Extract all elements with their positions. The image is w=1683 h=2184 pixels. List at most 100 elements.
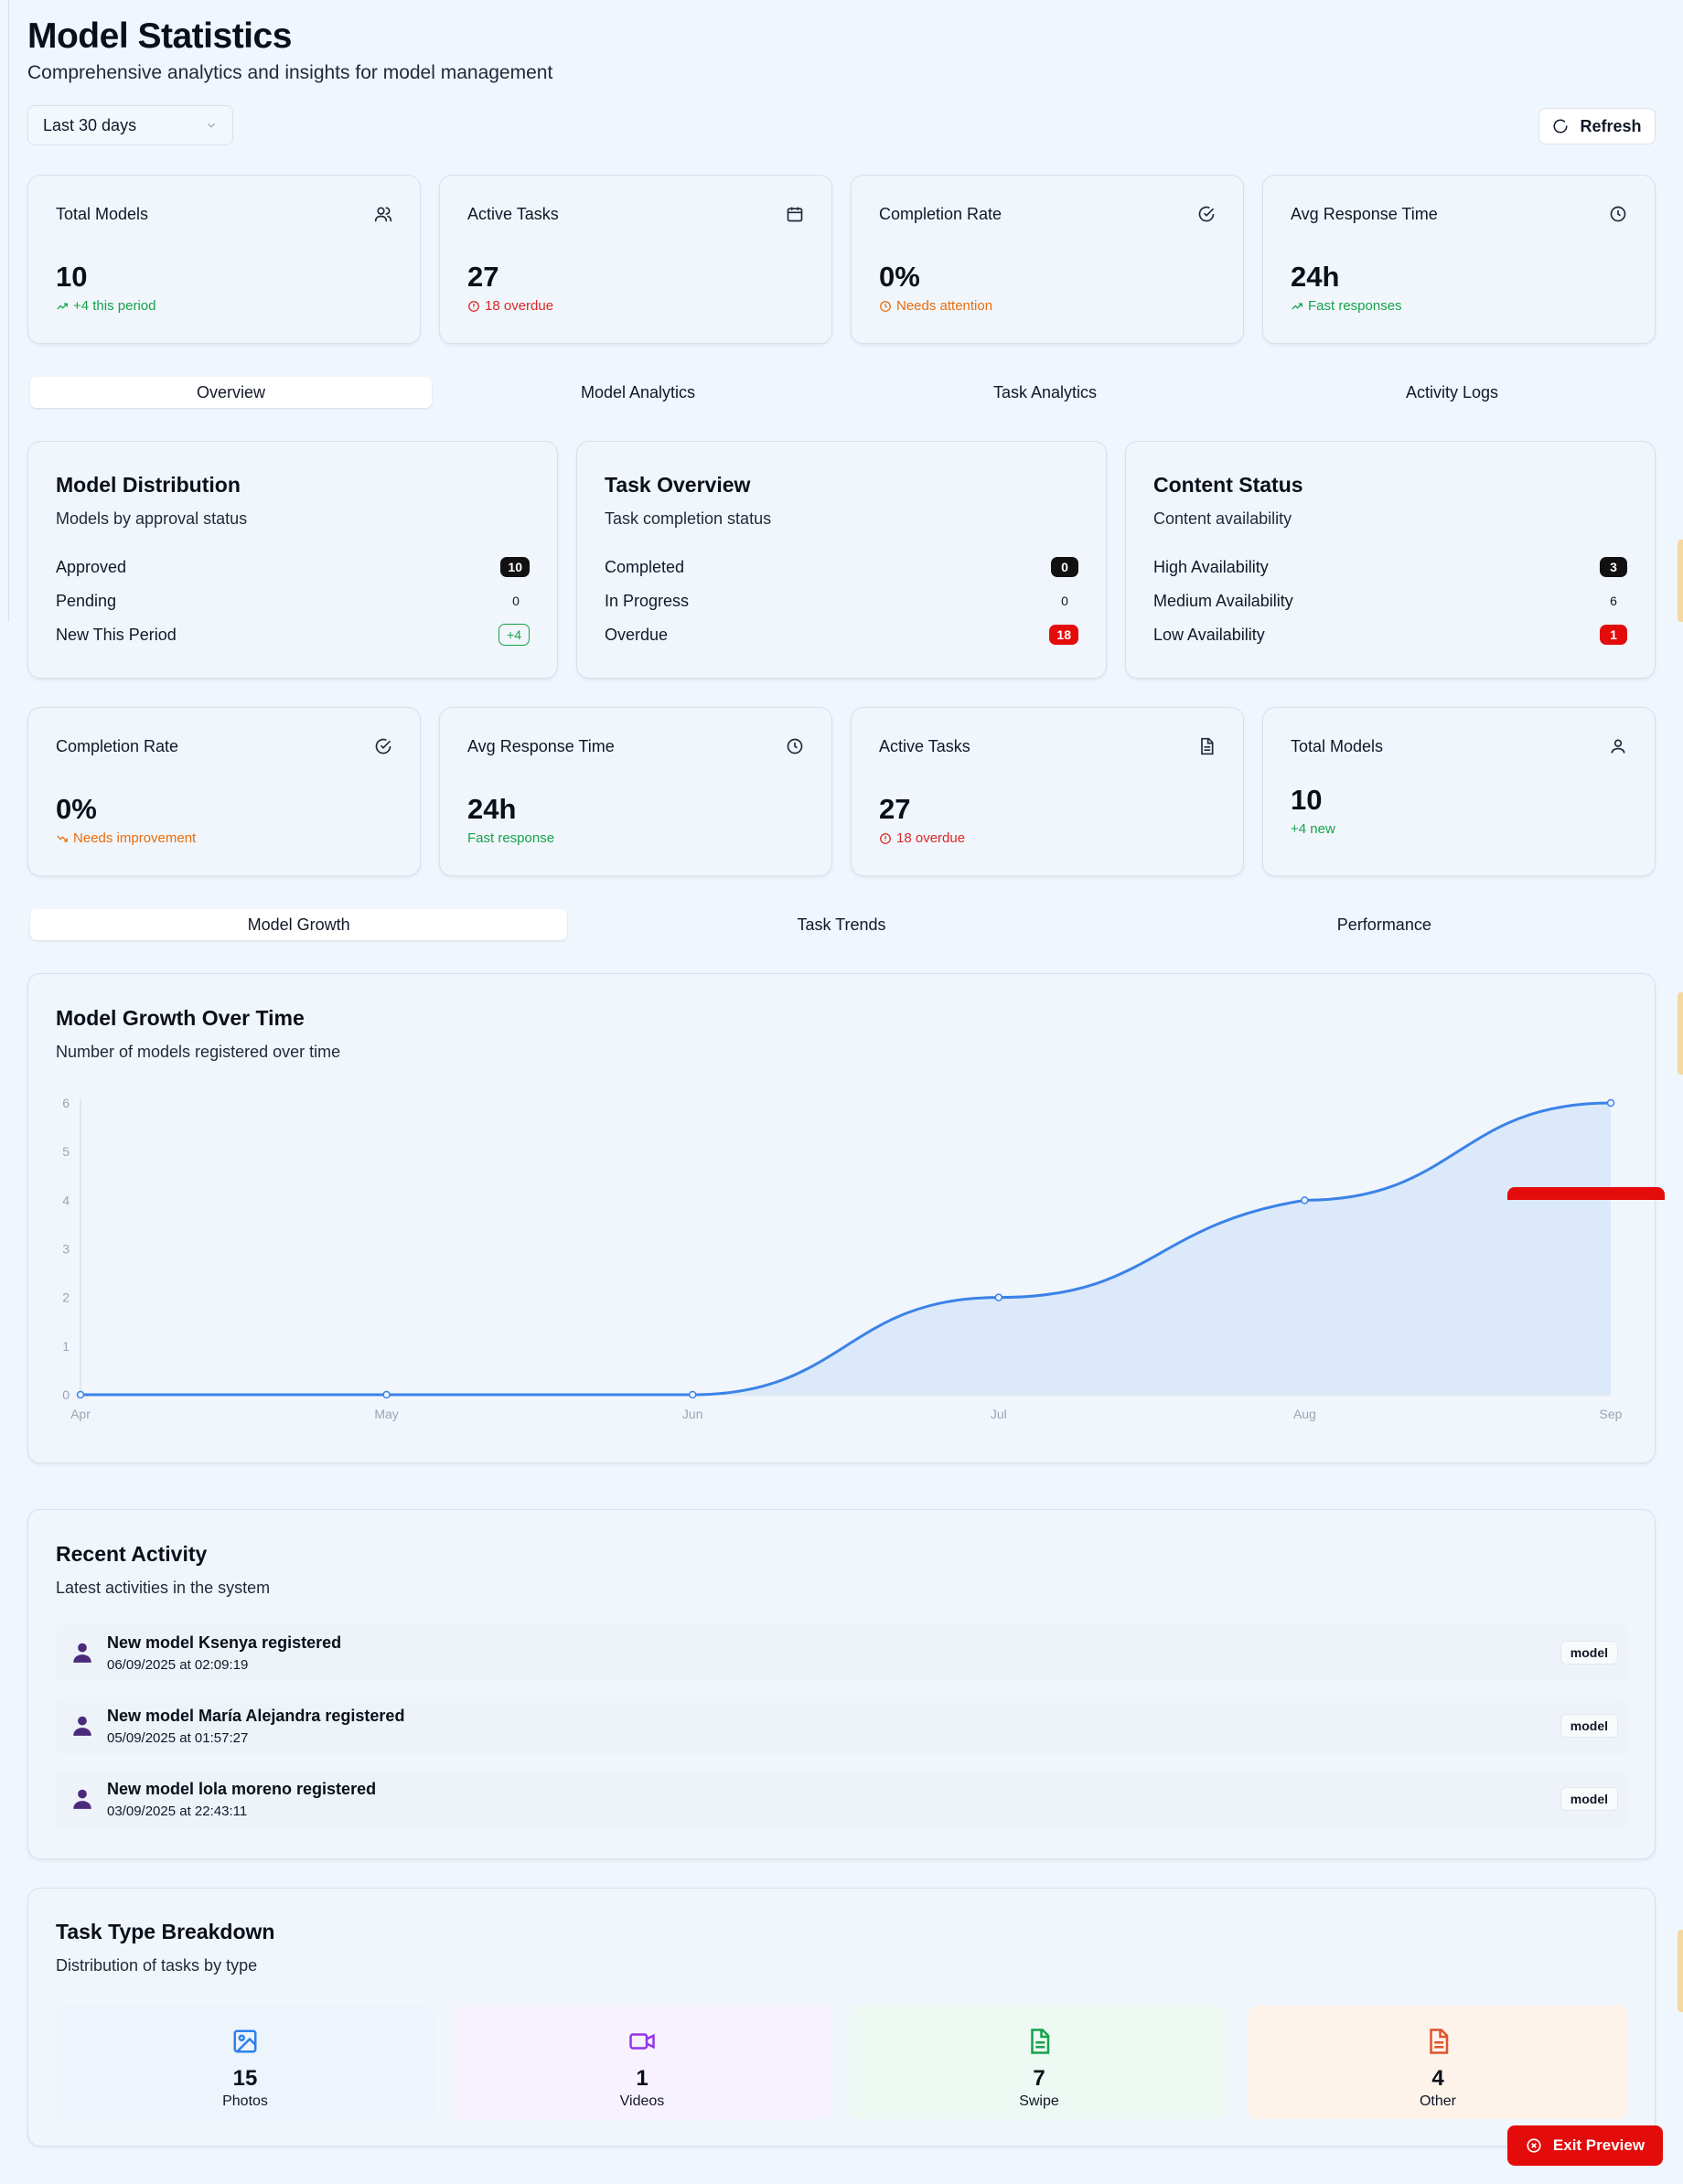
trending-up-icon [1292, 302, 1302, 309]
activity-title: New model lola moreno registered [107, 1780, 377, 1798]
stat-value: 27 [879, 793, 911, 825]
count-badge: 6 [1610, 594, 1617, 608]
stat-card-avg-response-2: Avg Response Time 24h Fast response [439, 707, 832, 876]
x-tick-label: May [374, 1407, 398, 1421]
data-point [994, 1293, 1003, 1301]
activity-time: 06/09/2025 at 02:09:19 [107, 1657, 249, 1673]
card-title: Task Type Breakdown [56, 1920, 275, 1943]
activity-item[interactable]: New model María Alejandra registered 05/… [56, 1697, 1627, 1754]
growth-area [80, 1103, 1611, 1395]
alert-circle-icon [468, 300, 479, 312]
left-edge-line [8, 0, 9, 622]
data-point [1301, 1196, 1309, 1204]
stat-note-text: Fast response [467, 830, 555, 846]
user-icon [1609, 737, 1627, 755]
stat-value: 27 [467, 261, 499, 293]
file-text-icon [1025, 2028, 1053, 2055]
chart-tabs: Model Growth Task Trends Performance [27, 906, 1656, 943]
x-tick-label: Apr [70, 1407, 91, 1421]
stat-note-text: Needs improvement [73, 830, 197, 846]
stat-card-active-tasks: Active Tasks 27 18 overdue [439, 175, 832, 344]
data-point [76, 1390, 85, 1399]
activity-time: 05/09/2025 at 01:57:27 [107, 1730, 249, 1746]
exit-preview-label: Exit Preview [1552, 2136, 1645, 2154]
clock-icon [786, 737, 804, 755]
task-row: In Progress 0 [605, 588, 1078, 614]
type-count: 15 [232, 2066, 258, 2091]
clock-icon [1609, 205, 1627, 223]
count-badge: 10 [500, 557, 530, 577]
row-label: Medium Availability [1153, 591, 1293, 610]
type-count: 1 [636, 2066, 649, 2091]
chevron-down-icon [205, 119, 218, 132]
activity-time: 03/09/2025 at 22:43:11 [107, 1804, 248, 1819]
y-tick-label: 5 [62, 1144, 70, 1159]
y-tick-label: 3 [62, 1242, 70, 1257]
stat-label: Total Models [56, 205, 149, 223]
task-overview-card: Task Overview Task completion status Com… [576, 441, 1107, 679]
content-row: Low Availability 1 [1153, 622, 1627, 648]
row-label: Low Availability [1153, 625, 1265, 644]
row-label: Completed [605, 557, 685, 576]
count-badge: 1 [1600, 625, 1627, 645]
task-type-other[interactable]: 4 Other [1249, 2006, 1627, 2119]
type-count: 7 [1033, 2066, 1045, 2091]
stat-note-text: Needs attention [896, 298, 993, 314]
stat-label: Total Models [1291, 737, 1384, 755]
document-icon [1197, 737, 1216, 755]
user-avatar-icon [70, 1714, 94, 1738]
refresh-icon [1552, 118, 1569, 134]
card-title: Content Status [1153, 473, 1303, 497]
task-type-photos[interactable]: 15 Photos [56, 2006, 434, 2119]
page-subtitle: Comprehensive analytics and insights for… [27, 62, 553, 83]
stat-note: 18 overdue [879, 830, 965, 846]
stat-note-text: Fast responses [1308, 298, 1402, 314]
y-tick-label: 1 [62, 1339, 70, 1354]
edge-marker [1678, 992, 1683, 1075]
tab-model-growth[interactable]: Model Growth [30, 909, 568, 940]
tab-performance[interactable]: Performance [1116, 909, 1653, 940]
tab-model-analytics[interactable]: Model Analytics [437, 377, 839, 408]
users-icon [374, 205, 392, 223]
task-row: Completed 0 [605, 554, 1078, 580]
activity-item[interactable]: New model lola moreno registered 03/09/2… [56, 1771, 1627, 1827]
stat-value: 24h [467, 793, 517, 825]
type-label: Photos [222, 2093, 268, 2109]
refresh-button[interactable]: Refresh [1538, 108, 1656, 145]
tab-overview[interactable]: Overview [30, 377, 432, 408]
tab-task-trends[interactable]: Task Trends [573, 909, 1109, 940]
trending-down-icon [57, 835, 68, 842]
activity-item[interactable]: New model Ksenya registered 06/09/2025 a… [56, 1624, 1627, 1681]
date-range-select[interactable]: Last 30 days [27, 105, 233, 145]
stat-note: +4 new [1291, 821, 1335, 837]
data-point [382, 1390, 391, 1399]
content-status-card: Content Status Content availability High… [1125, 441, 1656, 679]
trending-up-icon [57, 302, 68, 309]
activity-tag: model [1560, 1641, 1618, 1665]
stat-note-text: 18 overdue [485, 298, 554, 314]
stat-note-text: +4 new [1291, 821, 1335, 837]
clock-icon [880, 300, 891, 312]
alert-circle-icon [880, 832, 891, 844]
stat-label: Avg Response Time [1291, 205, 1438, 223]
content-row: Medium Availability 6 [1153, 588, 1627, 614]
row-label: New This Period [56, 625, 177, 644]
task-type-swipe[interactable]: 7 Swipe [850, 2006, 1228, 2119]
x-tick-label: Sep [1600, 1407, 1623, 1421]
tab-activity-logs[interactable]: Activity Logs [1251, 377, 1653, 408]
date-range-value: Last 30 days [43, 115, 137, 134]
stat-note: Fast response [467, 830, 554, 846]
stat-value: 0% [879, 261, 920, 293]
exit-preview-button[interactable]: Exit Preview [1507, 2125, 1663, 2166]
edge-marker [1678, 1930, 1683, 2012]
check-circle-icon [1197, 205, 1216, 223]
distribution-row: Pending 0 [56, 588, 530, 614]
x-tick-label: Jun [682, 1407, 703, 1421]
count-badge: 0 [1051, 557, 1078, 577]
task-row: Overdue 18 [605, 622, 1078, 648]
task-type-videos[interactable]: 1 Videos [453, 2006, 831, 2119]
x-tick-label: Jul [991, 1407, 1007, 1421]
stat-label: Avg Response Time [467, 737, 615, 755]
tab-task-analytics[interactable]: Task Analytics [844, 377, 1246, 408]
data-point [1606, 1098, 1615, 1108]
